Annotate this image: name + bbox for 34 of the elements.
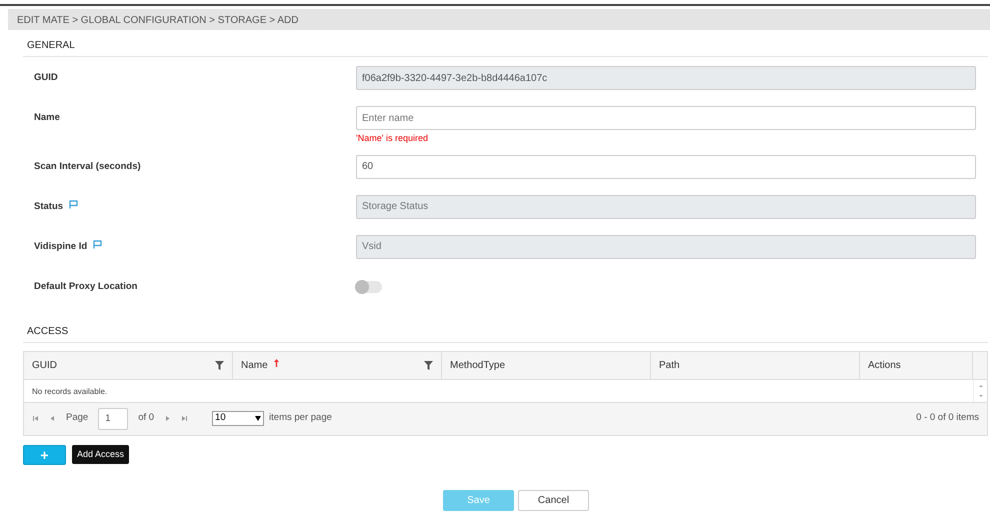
page-input[interactable]: 1 xyxy=(98,408,128,430)
error-message: 'Name' is required xyxy=(356,132,429,145)
column-header[interactable]: Path xyxy=(659,358,680,372)
input-field[interactable]: Enter name xyxy=(356,106,976,130)
field-label: Scan Interval (seconds) xyxy=(34,160,141,174)
field-label: Status xyxy=(34,200,64,214)
page-size-select[interactable]: 10 xyxy=(212,411,264,426)
input-field[interactable]: 60 xyxy=(356,154,976,178)
next-page-icon[interactable] xyxy=(164,415,172,422)
column-header[interactable]: Actions xyxy=(868,358,901,372)
items-per-page-label: items per page xyxy=(269,411,332,426)
page-count: of 0 xyxy=(138,411,154,426)
page-label: Page xyxy=(66,411,88,426)
previous-page-icon[interactable] xyxy=(49,415,56,422)
toggle-switch[interactable] xyxy=(356,280,382,292)
column-header[interactable]: GUID xyxy=(32,358,57,372)
breadcrumb: EDIT MATE > GLOBAL CONFIGURATION > STORAGE > ADD xyxy=(8,9,990,30)
field-label: Default Proxy Location xyxy=(34,280,138,294)
filter-icon[interactable] xyxy=(215,360,224,370)
field-label: Name xyxy=(34,111,60,125)
column-header[interactable]: Name xyxy=(241,358,268,372)
field-label: Vidispine Id xyxy=(34,240,88,254)
column-header[interactable]: MethodType xyxy=(450,358,506,372)
pager-summary: 0 - 0 of 0 items xyxy=(916,411,979,426)
section-heading: GENERAL xyxy=(23,30,988,57)
tooltip: Add Access xyxy=(72,444,130,464)
section-heading: ACCESS xyxy=(23,316,988,342)
field-label: GUID xyxy=(34,71,58,85)
filter-icon[interactable] xyxy=(424,360,433,370)
dropdown-caret-icon xyxy=(255,416,262,421)
last-page-icon[interactable] xyxy=(181,415,188,422)
first-page-icon[interactable] xyxy=(32,415,39,422)
cancel-button[interactable]: Cancel xyxy=(518,490,589,510)
empty-message: No records available. xyxy=(31,386,108,398)
